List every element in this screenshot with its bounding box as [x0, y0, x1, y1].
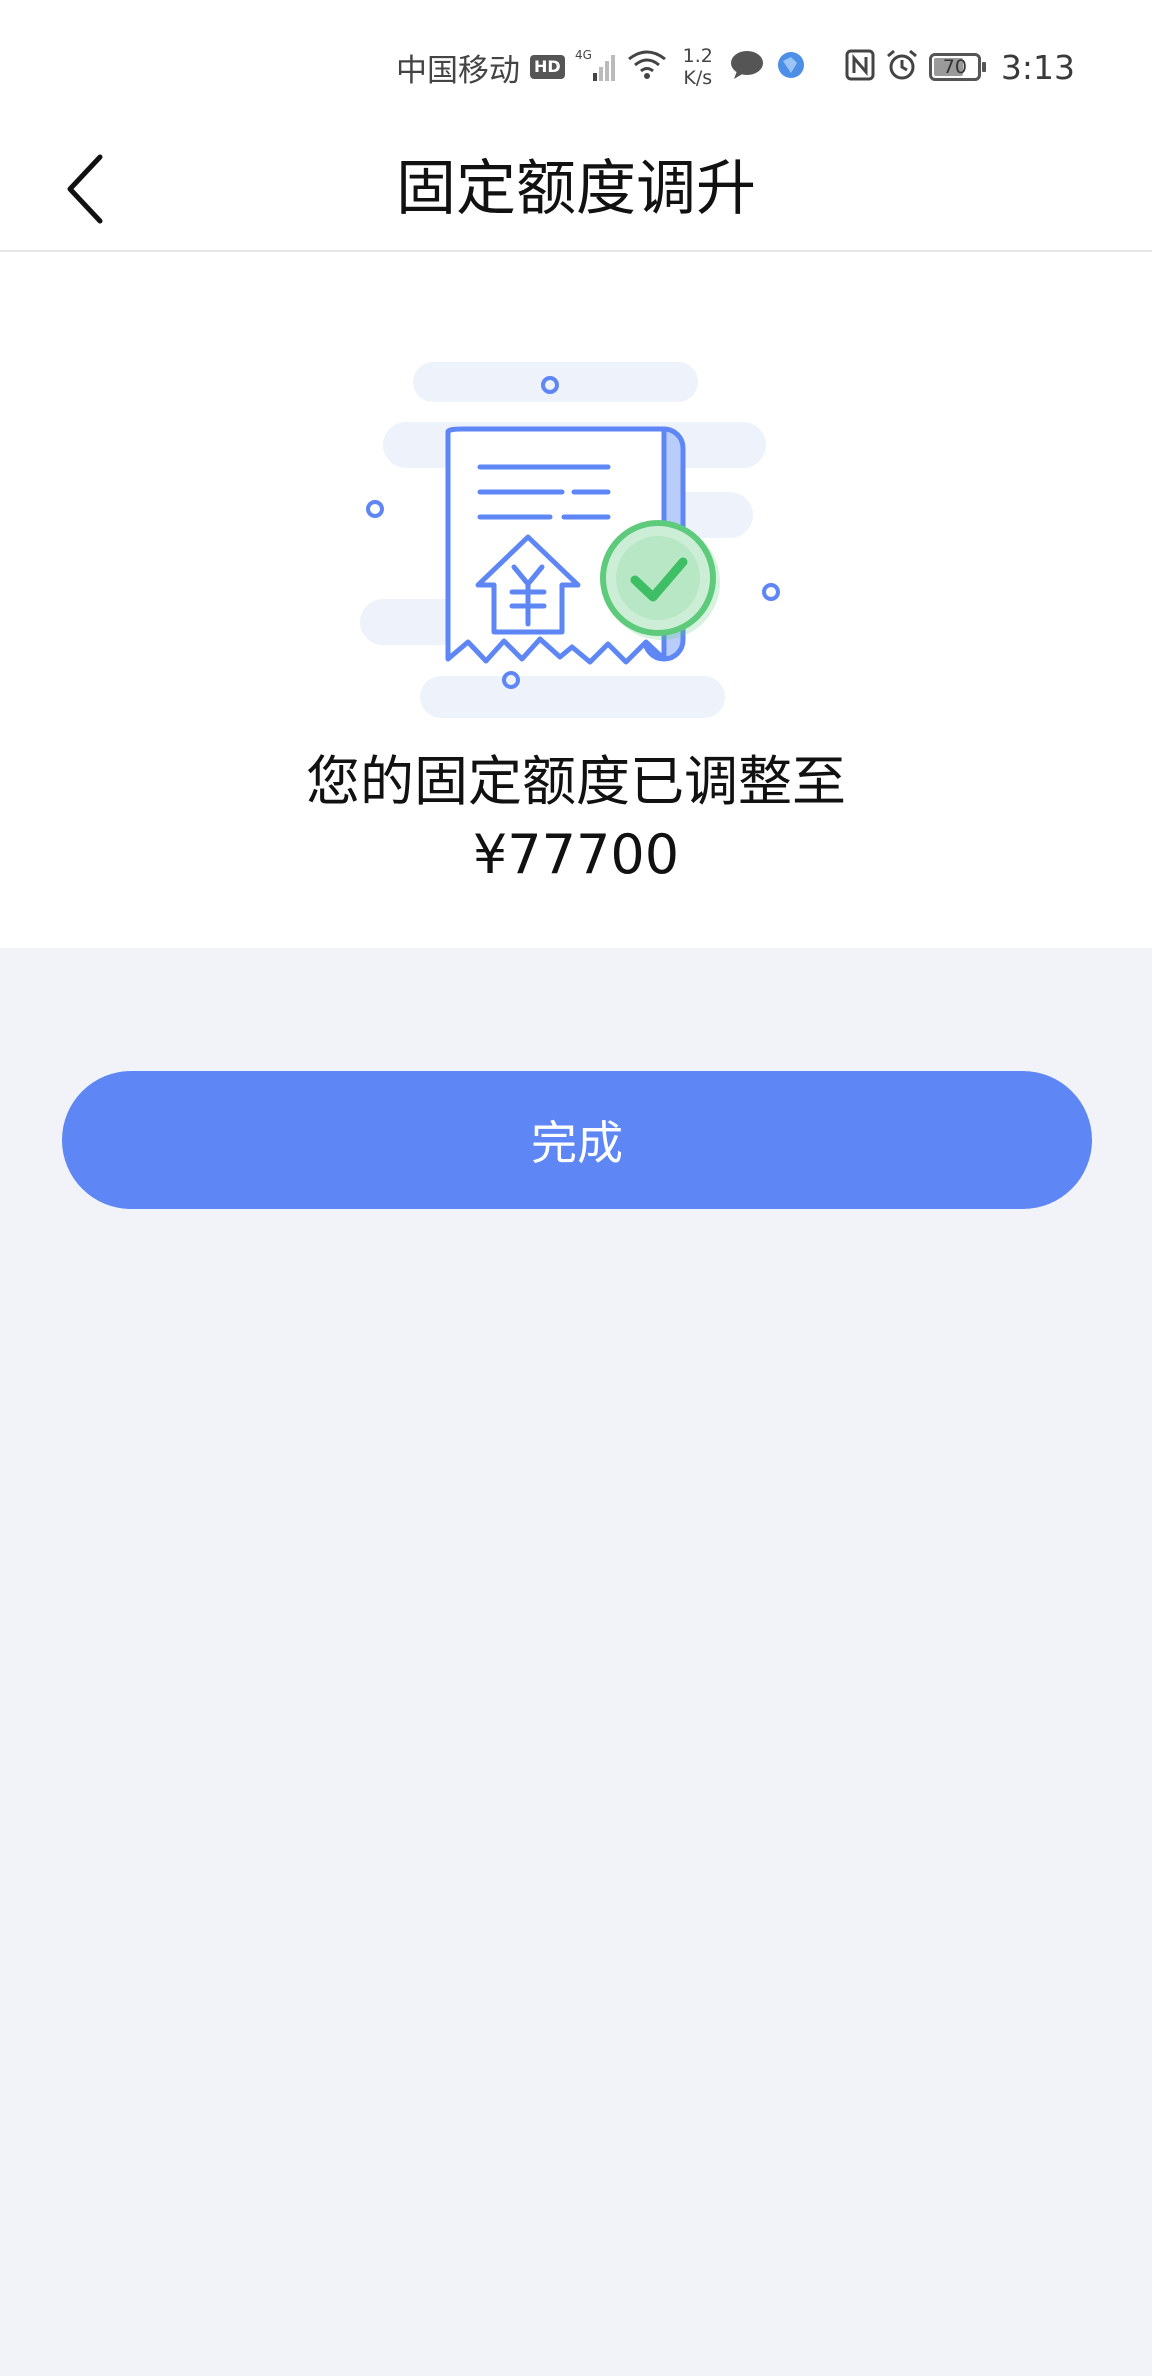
- battery-level: 70: [942, 56, 967, 78]
- hd-badge: HD: [530, 55, 565, 79]
- result-message: 您的固定额度已调整至: [306, 750, 846, 813]
- nfc-icon: [845, 49, 875, 85]
- status-icons: 中国移动 HD 4G 1.2 K/s 70 3:13: [396, 42, 1075, 92]
- browser-icon: [775, 49, 807, 85]
- network-speed: 1.2 K/s: [683, 45, 713, 89]
- network-type-label: 4G: [575, 48, 592, 62]
- clock: 3:13: [1000, 47, 1075, 87]
- status-bar: 中国移动 HD 4G 1.2 K/s 70 3:13: [0, 0, 1152, 126]
- speed-value: 1.2: [682, 45, 713, 67]
- wifi-icon: [627, 49, 667, 85]
- result-card: 您的固定额度已调整至 ¥77700: [0, 252, 1152, 948]
- credit-amount: ¥77700: [472, 823, 680, 886]
- alarm-icon: [885, 48, 919, 86]
- message-icon: [729, 49, 765, 85]
- done-button[interactable]: 完成: [62, 1071, 1092, 1209]
- chevron-left-icon: [67, 154, 103, 224]
- battery-icon: 70: [928, 53, 986, 81]
- speed-unit: K/s: [683, 67, 713, 89]
- page-title: 固定额度调升: [396, 154, 756, 224]
- signal-icon: 4G: [575, 47, 617, 87]
- receipt-success-icon: [360, 362, 780, 718]
- nav-header: 固定额度调升: [0, 126, 1152, 252]
- back-button[interactable]: [40, 144, 130, 234]
- carrier-name: 中国移动: [396, 52, 520, 89]
